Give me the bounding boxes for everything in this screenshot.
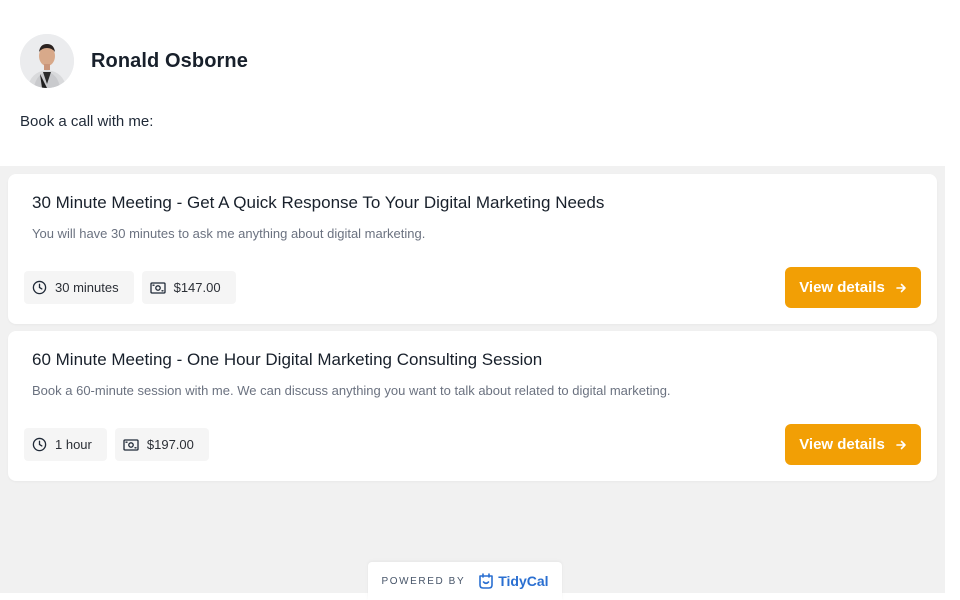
duration-chip: 1 hour [24, 428, 107, 461]
intro-text: Book a call with me: [20, 113, 154, 130]
money-icon [149, 281, 166, 294]
duration-label: 1 hour [55, 437, 92, 452]
view-details-label: View details [799, 279, 885, 296]
powered-by-text: POWERED BY [381, 575, 466, 587]
profile-name: Ronald Osborne [91, 49, 248, 72]
view-details-button[interactable]: View details [785, 267, 921, 308]
view-details-label: View details [799, 436, 885, 453]
clock-icon [32, 280, 47, 295]
meeting-meta: 1 hour $197.00 [24, 428, 209, 461]
meeting-meta: 30 minutes $147.00 [24, 271, 236, 304]
tidycal-brand[interactable]: TidyCal [477, 572, 549, 590]
tidycal-logo-icon [479, 573, 494, 589]
powered-by-badge[interactable]: POWERED BY TidyCal [368, 562, 562, 600]
meeting-description: Book a 60-minute session with me. We can… [32, 383, 671, 398]
price-chip: $147.00 [141, 271, 236, 304]
duration-label: 30 minutes [55, 280, 119, 295]
brand-name: TidyCal [498, 573, 549, 589]
price-label: $197.00 [146, 437, 194, 452]
duration-chip: 30 minutes [24, 271, 134, 304]
meeting-list: 30 Minute Meeting - Get A Quick Response… [0, 166, 945, 593]
price-chip: $197.00 [114, 428, 209, 461]
clock-icon [32, 437, 47, 452]
arrow-right-icon [895, 439, 907, 451]
meeting-title[interactable]: 60 Minute Meeting - One Hour Digital Mar… [32, 350, 542, 370]
profile-header: Ronald Osborne [20, 34, 248, 88]
meeting-description: You will have 30 minutes to ask me anyth… [32, 226, 426, 241]
avatar [20, 34, 74, 88]
meeting-card-60-minute[interactable]: 60 Minute Meeting - One Hour Digital Mar… [8, 331, 937, 481]
arrow-right-icon [895, 282, 907, 294]
money-icon [123, 438, 139, 451]
meeting-title[interactable]: 30 Minute Meeting - Get A Quick Response… [32, 193, 604, 213]
price-label: $147.00 [173, 280, 221, 295]
meeting-card-30-minute[interactable]: 30 Minute Meeting - Get A Quick Response… [8, 174, 937, 324]
view-details-button[interactable]: View details [785, 424, 921, 465]
